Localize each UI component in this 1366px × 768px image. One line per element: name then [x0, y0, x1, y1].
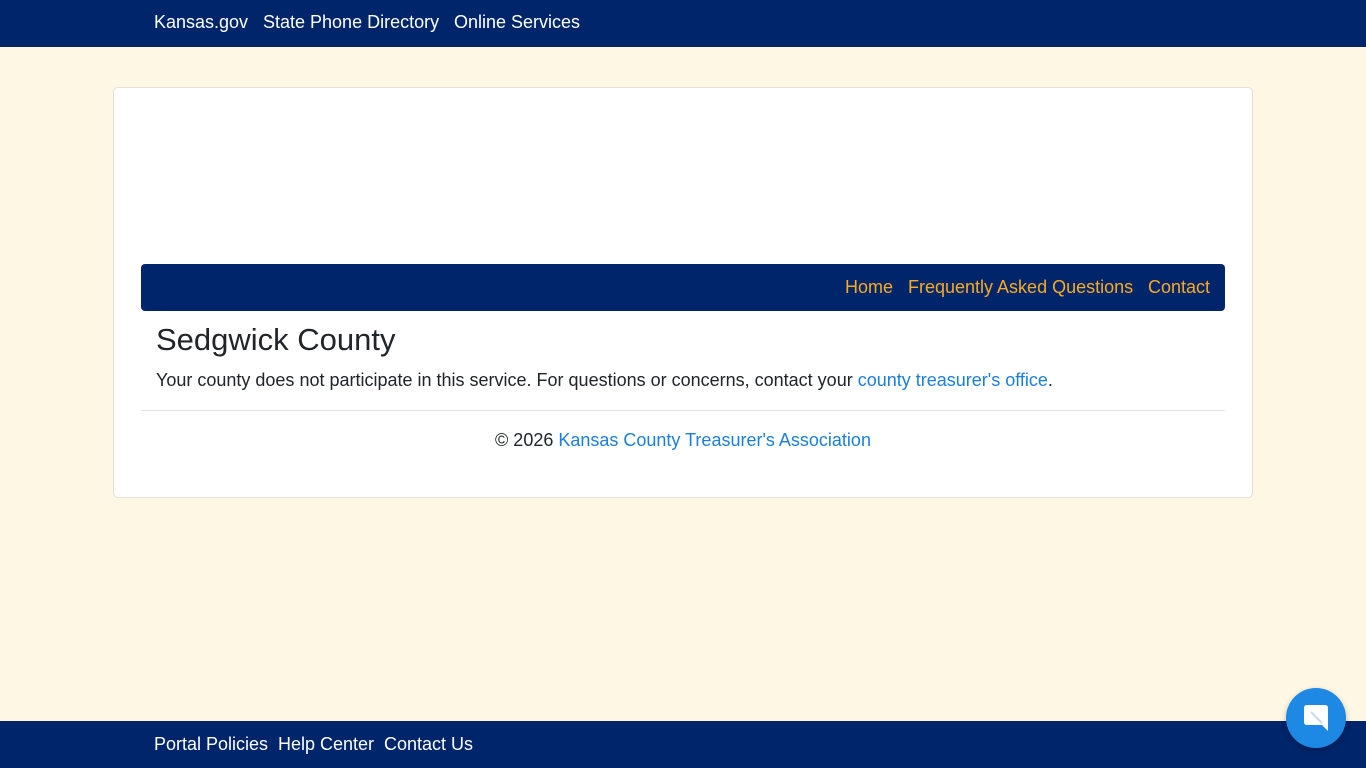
kcta-link[interactable]: Kansas County Treasurer's Association [558, 430, 871, 450]
help-center-link[interactable]: Help Center [278, 734, 374, 755]
divider [141, 410, 1225, 411]
contact-us-link[interactable]: Contact Us [384, 734, 473, 755]
portal-policies-link[interactable]: Portal Policies [154, 734, 268, 755]
message-period: . [1047, 370, 1053, 390]
online-services-link[interactable]: Online Services [454, 12, 580, 33]
top-navigation-bar: Kansas.gov State Phone Directory Online … [0, 0, 1366, 47]
main-card: Home Frequently Asked Questions Contact … [113, 87, 1253, 498]
page-title: Sedgwick County [156, 322, 396, 357]
chat-bubble-icon [1304, 705, 1328, 731]
chat-button[interactable] [1286, 688, 1346, 748]
bottom-navigation-bar: Portal Policies Help Center Contact Us [0, 721, 1366, 768]
copyright-line: © 2026 Kansas County Treasurer's Associa… [114, 430, 1252, 451]
nav-contact-link[interactable]: Contact [1148, 277, 1210, 298]
site-navigation-bar: Home Frequently Asked Questions Contact [141, 264, 1225, 311]
kansas-gov-link[interactable]: Kansas.gov [154, 12, 248, 33]
nav-faq-link[interactable]: Frequently Asked Questions [908, 277, 1133, 298]
participation-message: Your county does not participate in this… [156, 370, 1053, 391]
state-phone-directory-link[interactable]: State Phone Directory [263, 12, 439, 33]
message-text: Your county does not participate in this… [156, 370, 858, 390]
nav-home-link[interactable]: Home [845, 277, 893, 298]
copyright-text: © 2026 [495, 430, 559, 450]
county-treasurer-office-link[interactable]: county treasurer's office [858, 370, 1048, 390]
